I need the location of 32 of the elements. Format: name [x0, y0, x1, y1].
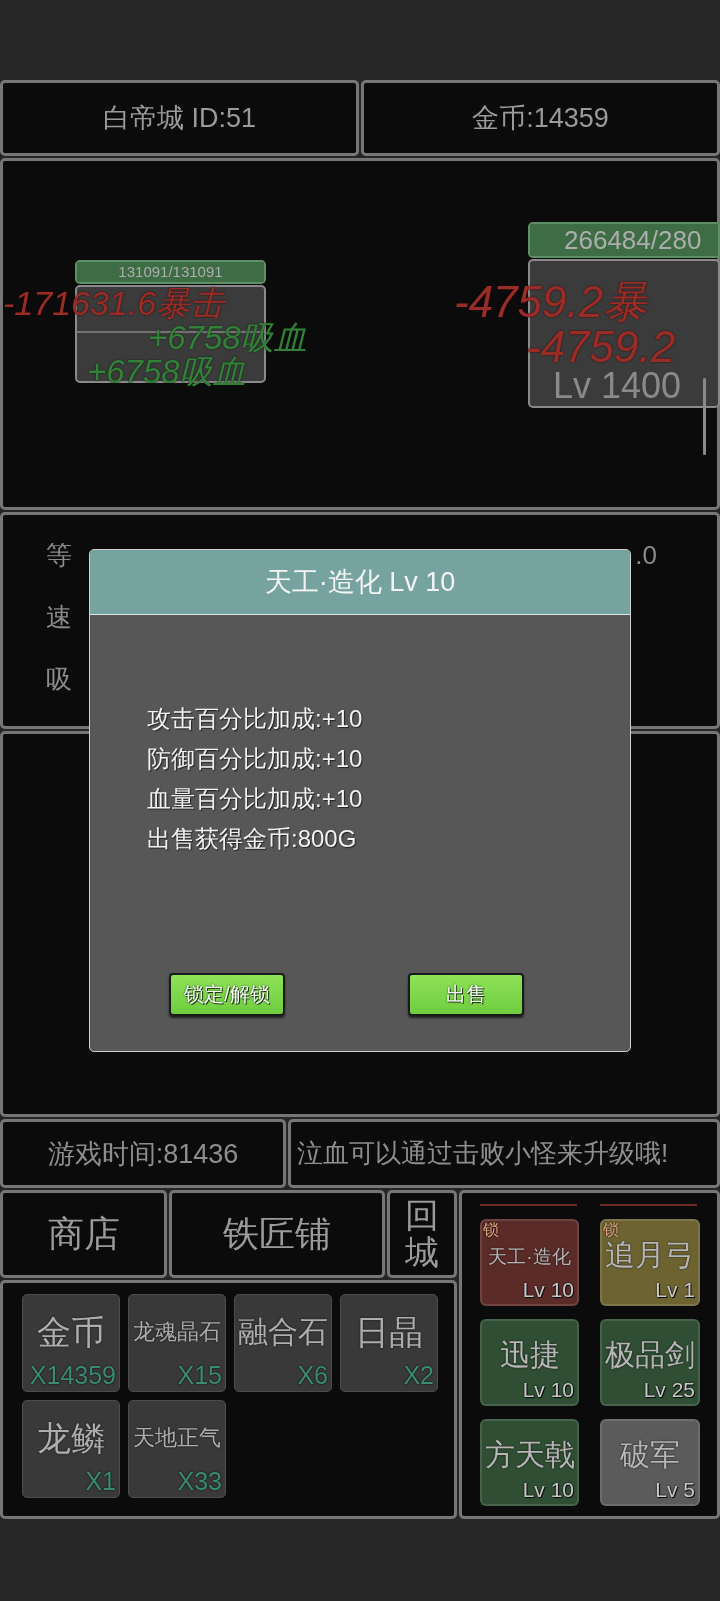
return-city-button[interactable]: 回城 [387, 1190, 457, 1278]
heal-text: +6758吸血 [87, 355, 246, 388]
equipment-tile[interactable]: 极品剑 Lv 25 [600, 1319, 700, 1406]
stat-label: 吸 [46, 665, 72, 693]
equipment-tile[interactable]: 锁 天工·造化 Lv 10 [480, 1219, 579, 1306]
bonus-text: 血量百分比加成:+10 [147, 784, 363, 814]
bonus-text: 攻击百分比加成:+10 [147, 704, 363, 734]
bonus-text: 出售获得金币:800G [147, 824, 357, 854]
inventory-tile[interactable]: 融合石 X6 [234, 1294, 332, 1392]
inventory-tile[interactable]: 龙魂晶石 X15 [128, 1294, 226, 1392]
equipment-tile[interactable]: 方天戟 Lv 10 [480, 1419, 579, 1506]
inventory-tile[interactable]: 金币 X14359 [22, 1294, 120, 1392]
blacksmith-button[interactable]: 铁匠铺 [169, 1190, 385, 1278]
inventory-tile[interactable]: 天地正气 X33 [128, 1400, 226, 1498]
game-time-panel: 游戏时间:81436 [0, 1119, 286, 1188]
shop-button[interactable]: 商店 [0, 1190, 167, 1278]
equipment-tile[interactable]: 破军 Lv 5 [600, 1419, 700, 1506]
stat-value: .0 [635, 541, 657, 569]
currency-panel: 金币:14359 [361, 80, 720, 156]
location-panel: 白帝城 ID:51 [0, 80, 359, 156]
inventory-tile[interactable]: 日晶 X2 [340, 1294, 438, 1392]
stat-label: 速 [46, 603, 72, 631]
enemy-level-text: Lv 1400 [553, 368, 682, 404]
equipment-tile[interactable]: 锁 追月弓 Lv 1 [600, 1219, 700, 1306]
tip-panel: 泣血可以通过击败小怪来升级哦! [288, 1119, 720, 1188]
bonus-text: 防御百分比加成:+10 [147, 744, 363, 774]
hp-text: 131091/131091 [117, 262, 224, 282]
equipment-tile[interactable]: 迅捷 Lv 10 [480, 1319, 579, 1406]
stat-label: 等 [46, 541, 72, 569]
hp-text: 266484/280 [563, 224, 703, 256]
dialog-title: 天工·造化 Lv 10 [90, 550, 630, 615]
inventory-tile[interactable]: 龙鳞 X1 [22, 1400, 120, 1498]
